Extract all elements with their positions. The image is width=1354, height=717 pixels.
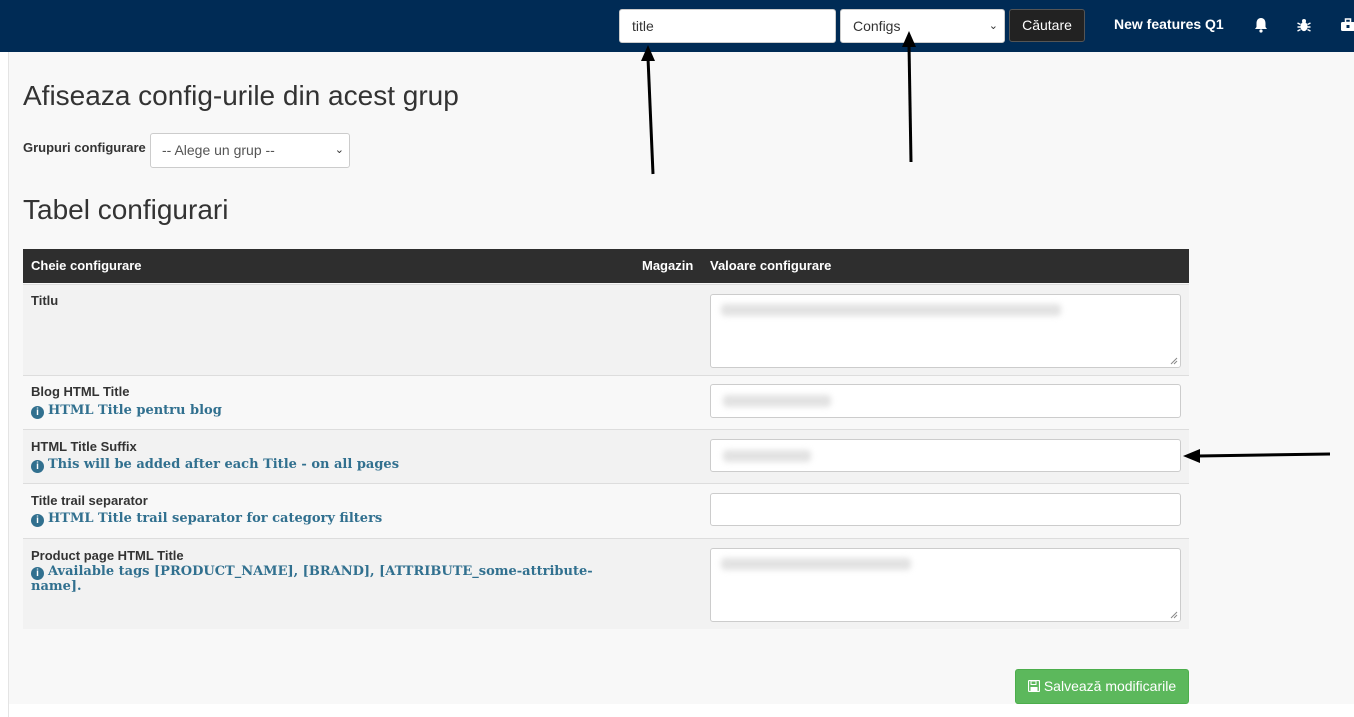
config-hint: i HTML Title pentru blog xyxy=(31,404,611,419)
table-row: HTML Title Suffix i This will be added af… xyxy=(23,429,1189,483)
chevron-down-icon: ⌄ xyxy=(988,20,998,32)
table-row: Blog HTML Title i HTML Title pentru blog xyxy=(23,375,1189,429)
config-key: Titlu xyxy=(31,293,59,308)
config-key: Product page HTML Title xyxy=(31,548,184,563)
config-value-textarea[interactable] xyxy=(710,294,1181,368)
config-value-input[interactable] xyxy=(710,439,1181,472)
column-header-key: Cheie configurare xyxy=(31,258,142,273)
config-key: Title trail separator xyxy=(31,493,148,508)
table-row: Product page HTML Title i Available tags … xyxy=(23,538,1189,629)
config-key: Blog HTML Title xyxy=(31,384,130,399)
floppy-disk-icon xyxy=(1027,679,1040,693)
config-value-input[interactable] xyxy=(710,384,1181,418)
search-button[interactable]: Căutare xyxy=(1009,9,1085,42)
save-button[interactable]: Salvează modificarile xyxy=(1015,669,1189,704)
top-navbar: Configs ⌄ Căutare New features Q1 xyxy=(0,0,1354,52)
info-circle-icon: i xyxy=(31,460,44,473)
group-select-label: Grupuri configurare xyxy=(23,140,146,155)
search-input[interactable] xyxy=(619,9,836,43)
resize-handle-icon[interactable] xyxy=(1169,356,1178,365)
config-key: HTML Title Suffix xyxy=(31,439,137,454)
info-circle-icon: i xyxy=(31,514,44,527)
chevron-down-icon: ⌄ xyxy=(334,144,344,156)
config-hint: i Available tags [PRODUCT_NAME], [BRAND],… xyxy=(31,564,593,594)
column-header-value: Valoare configurare xyxy=(710,258,832,273)
table-header: Cheie configurare Magazin Valoare config… xyxy=(23,249,1189,283)
toolbox-icon[interactable] xyxy=(1339,16,1354,34)
search-scope-selected: Configs xyxy=(853,18,901,34)
bell-icon[interactable] xyxy=(1252,16,1270,34)
config-value-textarea[interactable] xyxy=(710,548,1181,622)
config-hint: i This will be added after each Title - o… xyxy=(31,458,611,473)
info-circle-icon: i xyxy=(31,406,44,419)
table-row: Titlu xyxy=(23,284,1189,375)
save-button-label: Salvează modificarile xyxy=(1043,678,1177,694)
table-title: Tabel configurari xyxy=(23,194,229,225)
config-hint: i HTML Title trail separator for category… xyxy=(31,512,611,527)
new-features-link[interactable]: New features Q1 xyxy=(1114,16,1224,32)
group-select-placeholder: -- Alege un grup -- xyxy=(162,142,275,158)
table-row: Title trail separator i HTML Title trail … xyxy=(23,483,1189,538)
group-section-title: Afiseaza config-urile din acest grup xyxy=(23,80,459,111)
search-scope-select[interactable]: Configs ⌄ xyxy=(840,9,1005,43)
resize-handle-icon[interactable] xyxy=(1169,610,1178,619)
left-sidebar-strip xyxy=(0,52,9,717)
group-select[interactable]: -- Alege un grup -- ⌄ xyxy=(150,133,350,168)
config-value-input[interactable] xyxy=(710,493,1181,526)
column-header-store: Magazin xyxy=(642,258,694,273)
bug-icon[interactable] xyxy=(1295,16,1313,34)
